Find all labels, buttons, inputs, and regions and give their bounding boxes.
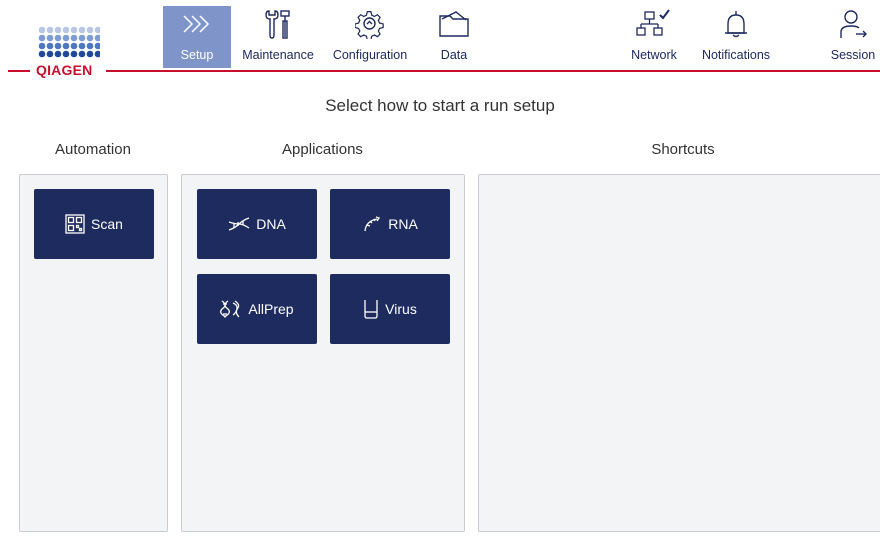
nav-label: Configuration — [332, 48, 408, 62]
rna-icon — [362, 216, 382, 232]
nav-network[interactable]: Network — [624, 6, 684, 68]
nav-label: Setup — [180, 48, 214, 62]
nav-maintenance[interactable]: Maintenance — [236, 6, 320, 68]
virus-button[interactable]: Virus — [330, 274, 450, 344]
applications-panel: DNA RNA AllPrep Virus — [181, 174, 465, 532]
bell-icon — [722, 6, 750, 42]
header-accent-line-left — [8, 70, 30, 72]
qiagen-logo: QIAGEN — [36, 26, 100, 78]
allprep-icon — [220, 300, 242, 318]
top-bar: QIAGEN Setup Maintenance Configuration D… — [0, 0, 880, 78]
dna-label: DNA — [256, 216, 286, 232]
folder-icon — [438, 6, 470, 42]
shortcuts-panel — [478, 174, 880, 532]
rna-button[interactable]: RNA — [330, 189, 450, 259]
nav-label: Session — [830, 48, 876, 62]
applications-heading: Applications — [282, 141, 363, 158]
nav-label: Maintenance — [242, 48, 314, 62]
nav-configuration[interactable]: Configuration — [326, 6, 414, 68]
logo-dots-icon — [38, 26, 100, 58]
allprep-button[interactable]: AllPrep — [197, 274, 317, 344]
automation-panel: Scan — [19, 174, 168, 532]
rna-label: RNA — [388, 216, 418, 232]
dna-button[interactable]: DNA — [197, 189, 317, 259]
scan-button[interactable]: Scan — [34, 189, 154, 259]
gear-icon — [355, 6, 385, 42]
allprep-label: AllPrep — [248, 301, 294, 317]
tube-icon — [363, 299, 379, 319]
page-title: Select how to start a run setup — [325, 96, 555, 115]
network-check-icon — [636, 6, 672, 42]
nav-label: Notifications — [701, 48, 771, 62]
tools-icon — [264, 6, 292, 42]
nav-data[interactable]: Data — [428, 6, 480, 68]
virus-label: Virus — [385, 301, 417, 317]
nav-notifications[interactable]: Notifications — [694, 6, 778, 68]
dna-icon — [228, 216, 250, 232]
chevrons-right-icon — [182, 6, 212, 42]
nav-session[interactable]: Session — [826, 6, 880, 68]
scan-label: Scan — [91, 216, 123, 232]
nav-setup[interactable]: Setup — [163, 6, 231, 68]
user-logout-icon — [838, 6, 868, 42]
header-accent-line-right — [106, 70, 880, 72]
nav-label: Data — [440, 48, 468, 62]
shortcuts-heading: Shortcuts — [651, 141, 715, 158]
logo-text: QIAGEN — [36, 62, 93, 78]
qr-code-icon — [65, 214, 85, 234]
automation-heading: Automation — [55, 141, 131, 158]
nav-label: Network — [631, 48, 677, 62]
